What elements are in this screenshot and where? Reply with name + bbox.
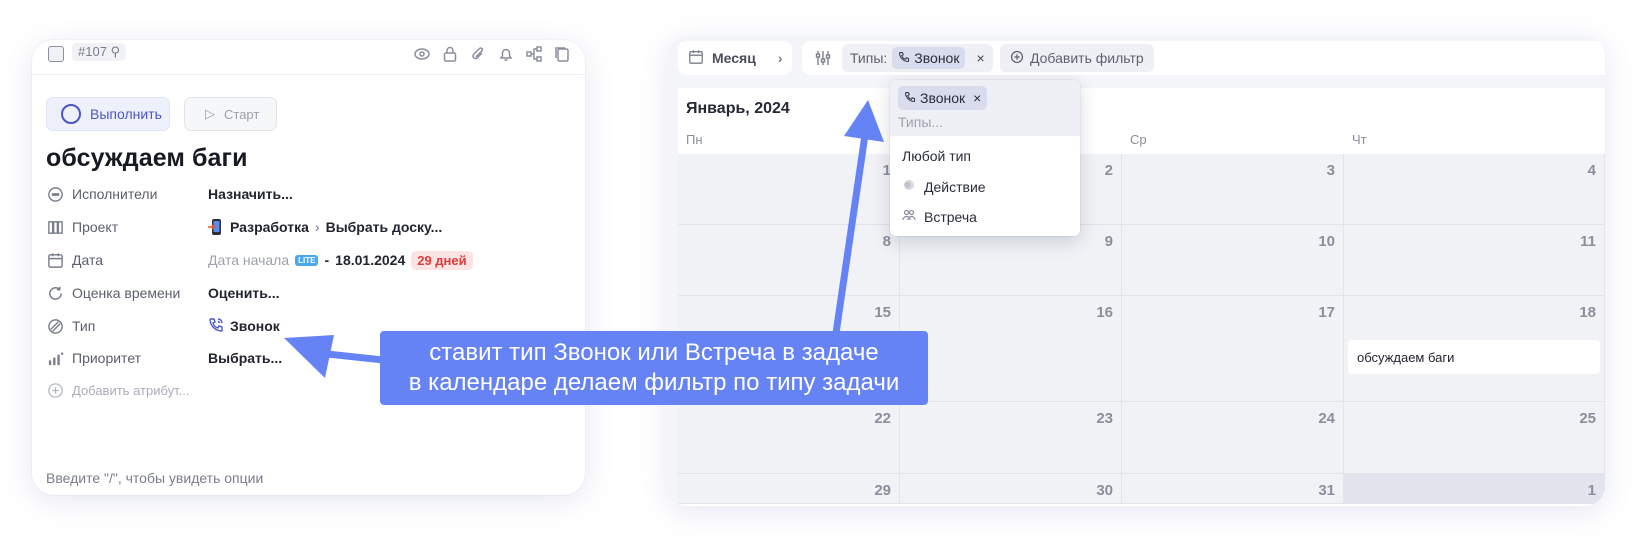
annotation-callout: ставит тип Звонок или Встреча в задаче в… (380, 331, 928, 405)
annotation-arrows (284, 100, 884, 378)
arrow-to-filter (832, 100, 884, 334)
annotation-line-1: ставит тип Звонок или Встреча в задаче (429, 339, 879, 366)
arrow-to-type (284, 335, 384, 378)
annotation-line-2: в календаре делаем фильтр по типу задачи (408, 369, 900, 396)
